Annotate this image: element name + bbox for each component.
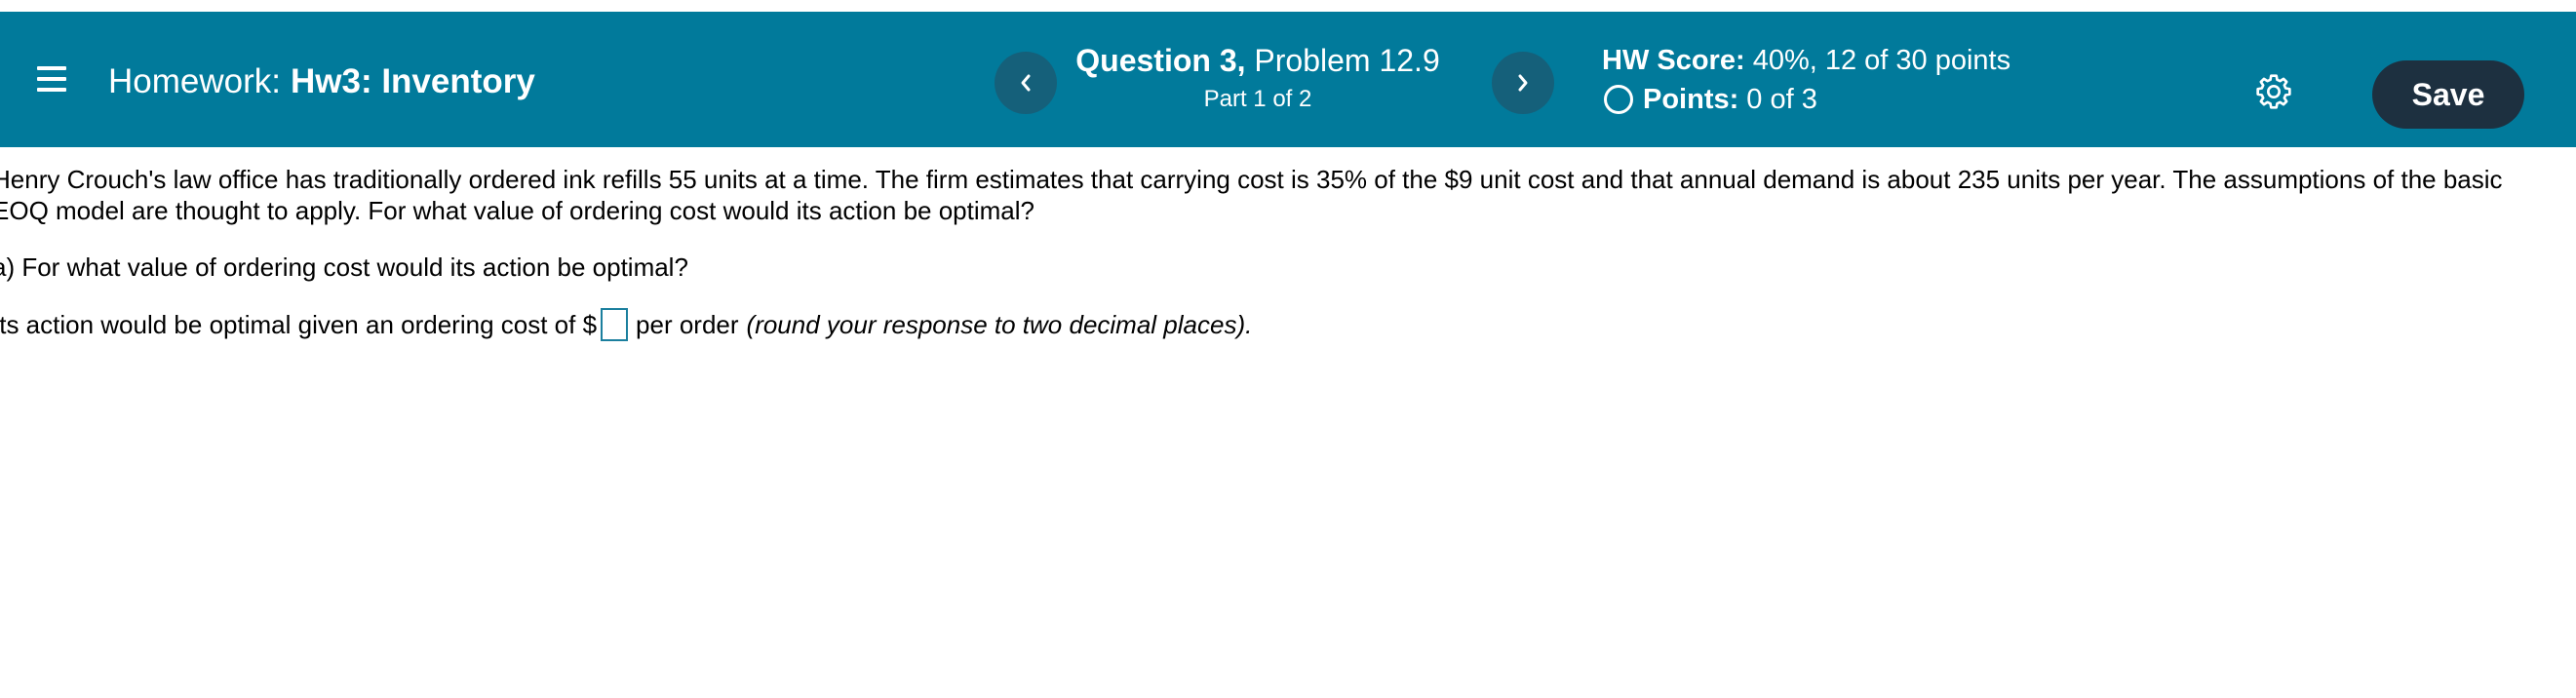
chevron-right-icon (1518, 74, 1528, 92)
answer-line: Its action would be optimal given an ord… (0, 308, 2547, 341)
question-content: Henry Crouch's law office has traditiona… (0, 164, 2547, 341)
sub-question: a) For what value of ordering cost would… (0, 252, 688, 282)
gear-icon[interactable] (2254, 72, 2293, 111)
answer-suffix: per order (636, 310, 739, 339)
question-indicator: Question 3, Problem 12.9 Part 1 of 2 (1073, 41, 1443, 115)
header-bar: Homework: Hw3: Inventory Question 3, Prob… (0, 12, 2576, 147)
next-question-button[interactable] (1492, 52, 1554, 114)
problem-text-line1: Henry Crouch's law office has traditiona… (0, 165, 2503, 194)
part-indicator: Part 1 of 2 (1203, 86, 1312, 112)
points-value: 0 of 3 (1746, 84, 1817, 115)
hw-score-label: HW Score: (1602, 45, 1745, 76)
problem-statement: Henry Crouch's law office has traditiona… (0, 164, 2547, 226)
top-strip (0, 0, 2576, 12)
rounding-hint: (round your response to two decimal plac… (746, 310, 1253, 339)
ordering-cost-input[interactable] (601, 308, 629, 341)
question-number: Question 3, (1075, 43, 1246, 78)
chevron-left-icon (1021, 74, 1031, 92)
hw-score-value: 40%, 12 of 30 points (1752, 45, 2011, 76)
homework-title: Homework: Hw3: Inventory (108, 60, 535, 103)
save-button[interactable]: Save (2372, 60, 2524, 129)
answer-prefix: Its action would be optimal given an ord… (0, 310, 598, 339)
score-panel: HW Score: 40%, 12 of 30 points Points: 0… (1602, 41, 2010, 119)
points-label: Points: (1643, 84, 1739, 115)
problem-number: Problem 12.9 (1254, 43, 1440, 78)
menu-icon[interactable] (37, 66, 68, 94)
homework-label: Homework: (108, 62, 281, 100)
circle-icon (1604, 85, 1633, 114)
previous-question-button[interactable] (995, 52, 1057, 114)
problem-text-line2: EOQ model are thought to apply. For what… (0, 196, 1034, 225)
homework-name: Hw3: Inventory (290, 62, 535, 100)
